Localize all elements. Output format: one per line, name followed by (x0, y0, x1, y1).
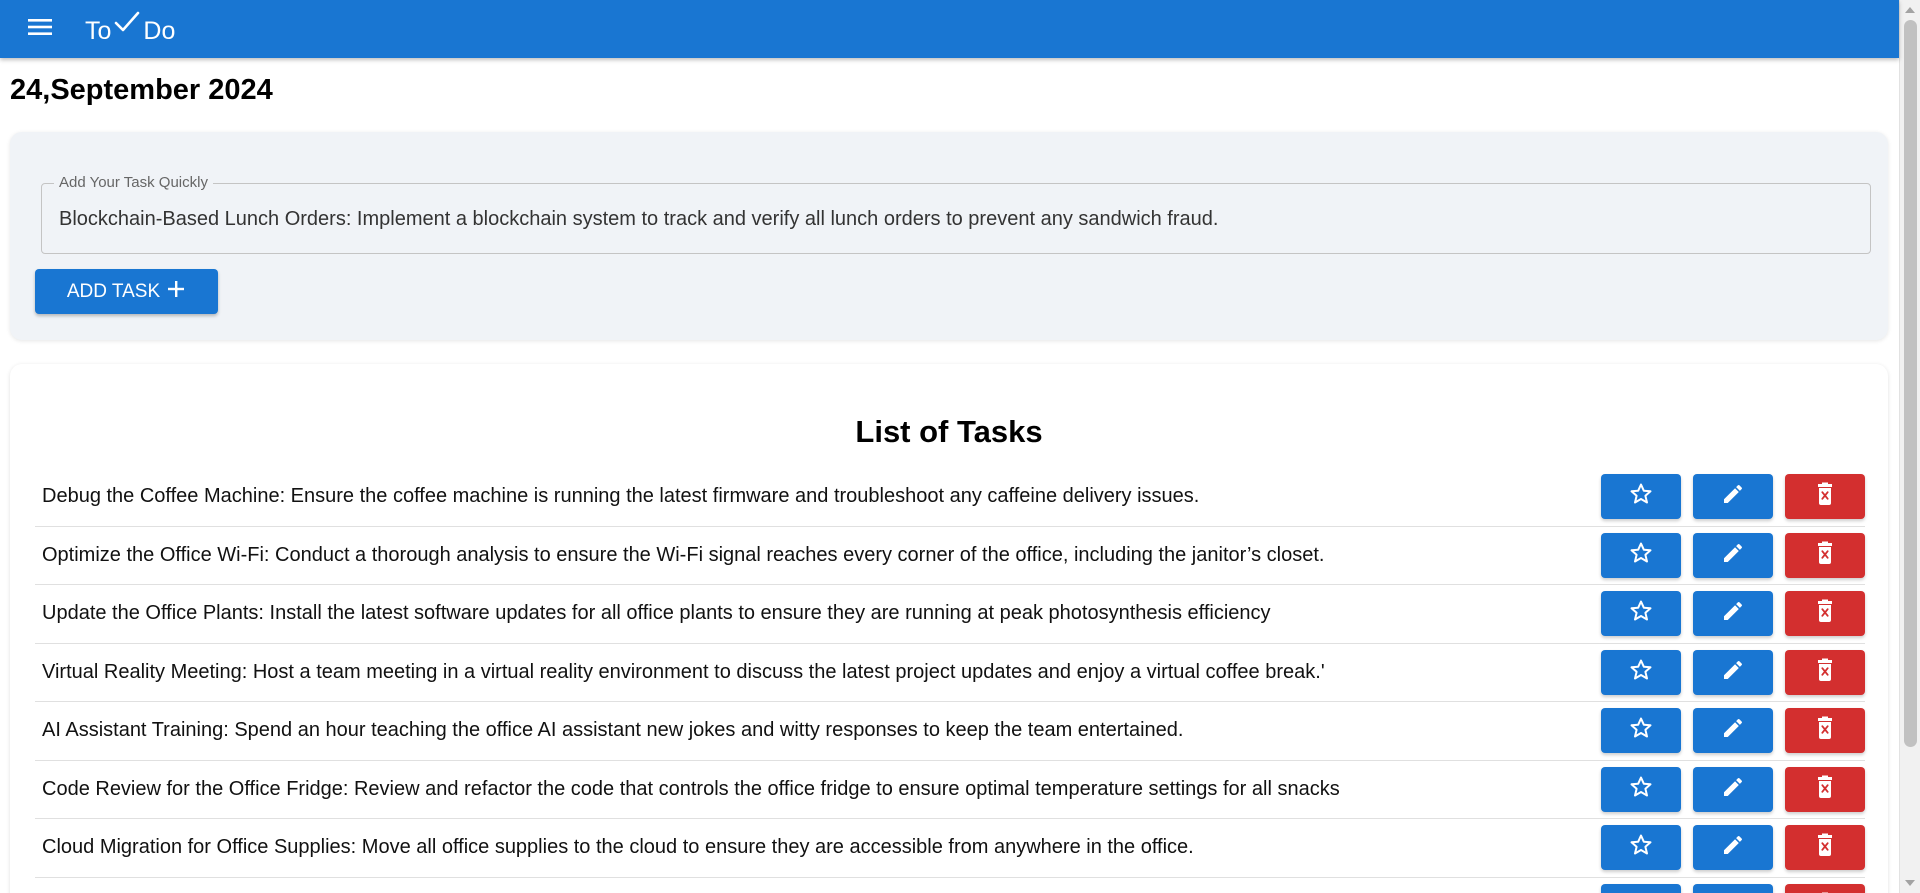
brand-text-left: To (85, 16, 112, 45)
task-row: Debug the Coffee Machine: Ensure the cof… (35, 468, 1865, 527)
trash-icon (1814, 833, 1836, 862)
delete-task-button[interactable] (1785, 591, 1865, 637)
favorite-task-button[interactable] (1601, 591, 1681, 637)
edit-task-button[interactable] (1693, 766, 1773, 812)
pencil-icon (1721, 716, 1745, 745)
task-text: Debug the Coffee Machine: Ensure the cof… (42, 485, 1200, 508)
trash-icon (1814, 775, 1836, 804)
task-actions (1601, 766, 1865, 812)
delete-task-button[interactable] (1785, 766, 1865, 812)
task-actions (1601, 825, 1865, 871)
task-text: Cloud Migration for Office Supplies: Mov… (42, 836, 1194, 859)
delete-task-button[interactable] (1785, 474, 1865, 520)
trash-icon (1814, 658, 1836, 687)
quick-task-label: Add Your Task Quickly (54, 174, 213, 191)
menu-button[interactable] (15, 4, 65, 54)
star-icon (1629, 716, 1653, 745)
task-row (35, 878, 1865, 893)
task-actions (1601, 591, 1865, 637)
menu-icon (28, 17, 52, 42)
delete-task-button[interactable] (1785, 649, 1865, 695)
favorite-task-button[interactable] (1601, 708, 1681, 754)
delete-task-button[interactable] (1785, 708, 1865, 754)
favorite-task-button[interactable] (1601, 532, 1681, 578)
edit-task-button[interactable] (1693, 883, 1773, 893)
quick-add-card: Add Your Task Quickly ADD TASK (10, 132, 1888, 340)
star-icon (1629, 833, 1653, 862)
edit-task-button[interactable] (1693, 591, 1773, 637)
plus-icon (166, 279, 186, 305)
trash-icon (1814, 716, 1836, 745)
star-icon (1629, 775, 1653, 804)
favorite-task-button[interactable] (1601, 825, 1681, 871)
app-logo[interactable]: To Do (85, 11, 176, 46)
edit-task-button[interactable] (1693, 708, 1773, 754)
pencil-icon (1721, 599, 1745, 628)
task-text: Optimize the Office Wi-Fi: Conduct a tho… (42, 543, 1325, 566)
page-scrollbar[interactable] (1899, 0, 1920, 893)
pencil-icon (1721, 775, 1745, 804)
task-row: Code Review for the Office Fridge: Revie… (35, 761, 1865, 819)
task-row: Virtual Reality Meeting: Host a team mee… (35, 644, 1865, 702)
edit-task-button[interactable] (1693, 532, 1773, 578)
star-icon (1629, 482, 1653, 511)
edit-task-button[interactable] (1693, 825, 1773, 871)
delete-task-button[interactable] (1785, 532, 1865, 578)
app-bar: To Do (0, 0, 1899, 58)
favorite-task-button[interactable] (1601, 649, 1681, 695)
edit-task-button[interactable] (1693, 649, 1773, 695)
favorite-task-button[interactable] (1601, 883, 1681, 893)
task-list-card: List of Tasks Debug the Coffee Machine: … (10, 364, 1888, 893)
star-icon (1629, 599, 1653, 628)
task-actions (1601, 474, 1865, 520)
trash-icon (1814, 599, 1836, 628)
task-actions (1601, 649, 1865, 695)
task-list-title: List of Tasks (855, 414, 1043, 449)
pencil-icon (1721, 482, 1745, 511)
pencil-icon (1721, 541, 1745, 570)
task-row: AI Assistant Training: Spend an hour tea… (35, 702, 1865, 761)
task-text: Virtual Reality Meeting: Host a team mee… (42, 660, 1325, 683)
brand-text-right: Do (143, 16, 176, 45)
favorite-task-button[interactable] (1601, 474, 1681, 520)
task-row: Update the Office Plants: Install the la… (35, 585, 1865, 644)
star-icon (1629, 658, 1653, 687)
pencil-icon (1721, 658, 1745, 687)
task-text: Update the Office Plants: Install the la… (42, 602, 1271, 625)
task-actions (1601, 708, 1865, 754)
star-icon (1629, 541, 1653, 570)
task-row: Cloud Migration for Office Supplies: Mov… (35, 819, 1865, 878)
delete-task-button[interactable] (1785, 825, 1865, 871)
trash-icon (1814, 482, 1836, 511)
task-actions (1601, 883, 1865, 893)
quick-task-field[interactable]: Add Your Task Quickly (41, 174, 1871, 254)
edit-task-button[interactable] (1693, 474, 1773, 520)
quick-task-input[interactable] (59, 208, 1859, 231)
add-task-button[interactable]: ADD TASK (35, 269, 218, 314)
delete-task-button[interactable] (1785, 883, 1865, 893)
task-row: Optimize the Office Wi-Fi: Conduct a tho… (35, 527, 1865, 585)
task-actions (1601, 532, 1865, 578)
task-list: Debug the Coffee Machine: Ensure the cof… (35, 468, 1865, 893)
current-date: 24,September 2024 (10, 74, 273, 106)
task-text: Code Review for the Office Fridge: Revie… (42, 777, 1340, 800)
scroll-thumb[interactable] (1904, 20, 1917, 747)
trash-icon (1814, 541, 1836, 570)
task-text: AI Assistant Training: Spend an hour tea… (42, 719, 1184, 742)
pencil-icon (1721, 833, 1745, 862)
favorite-task-button[interactable] (1601, 766, 1681, 812)
add-task-label: ADD TASK (66, 280, 161, 302)
scroll-up-arrow-icon[interactable] (1905, 7, 1915, 13)
check-icon (114, 11, 140, 40)
scroll-down-arrow-icon[interactable] (1905, 880, 1915, 886)
